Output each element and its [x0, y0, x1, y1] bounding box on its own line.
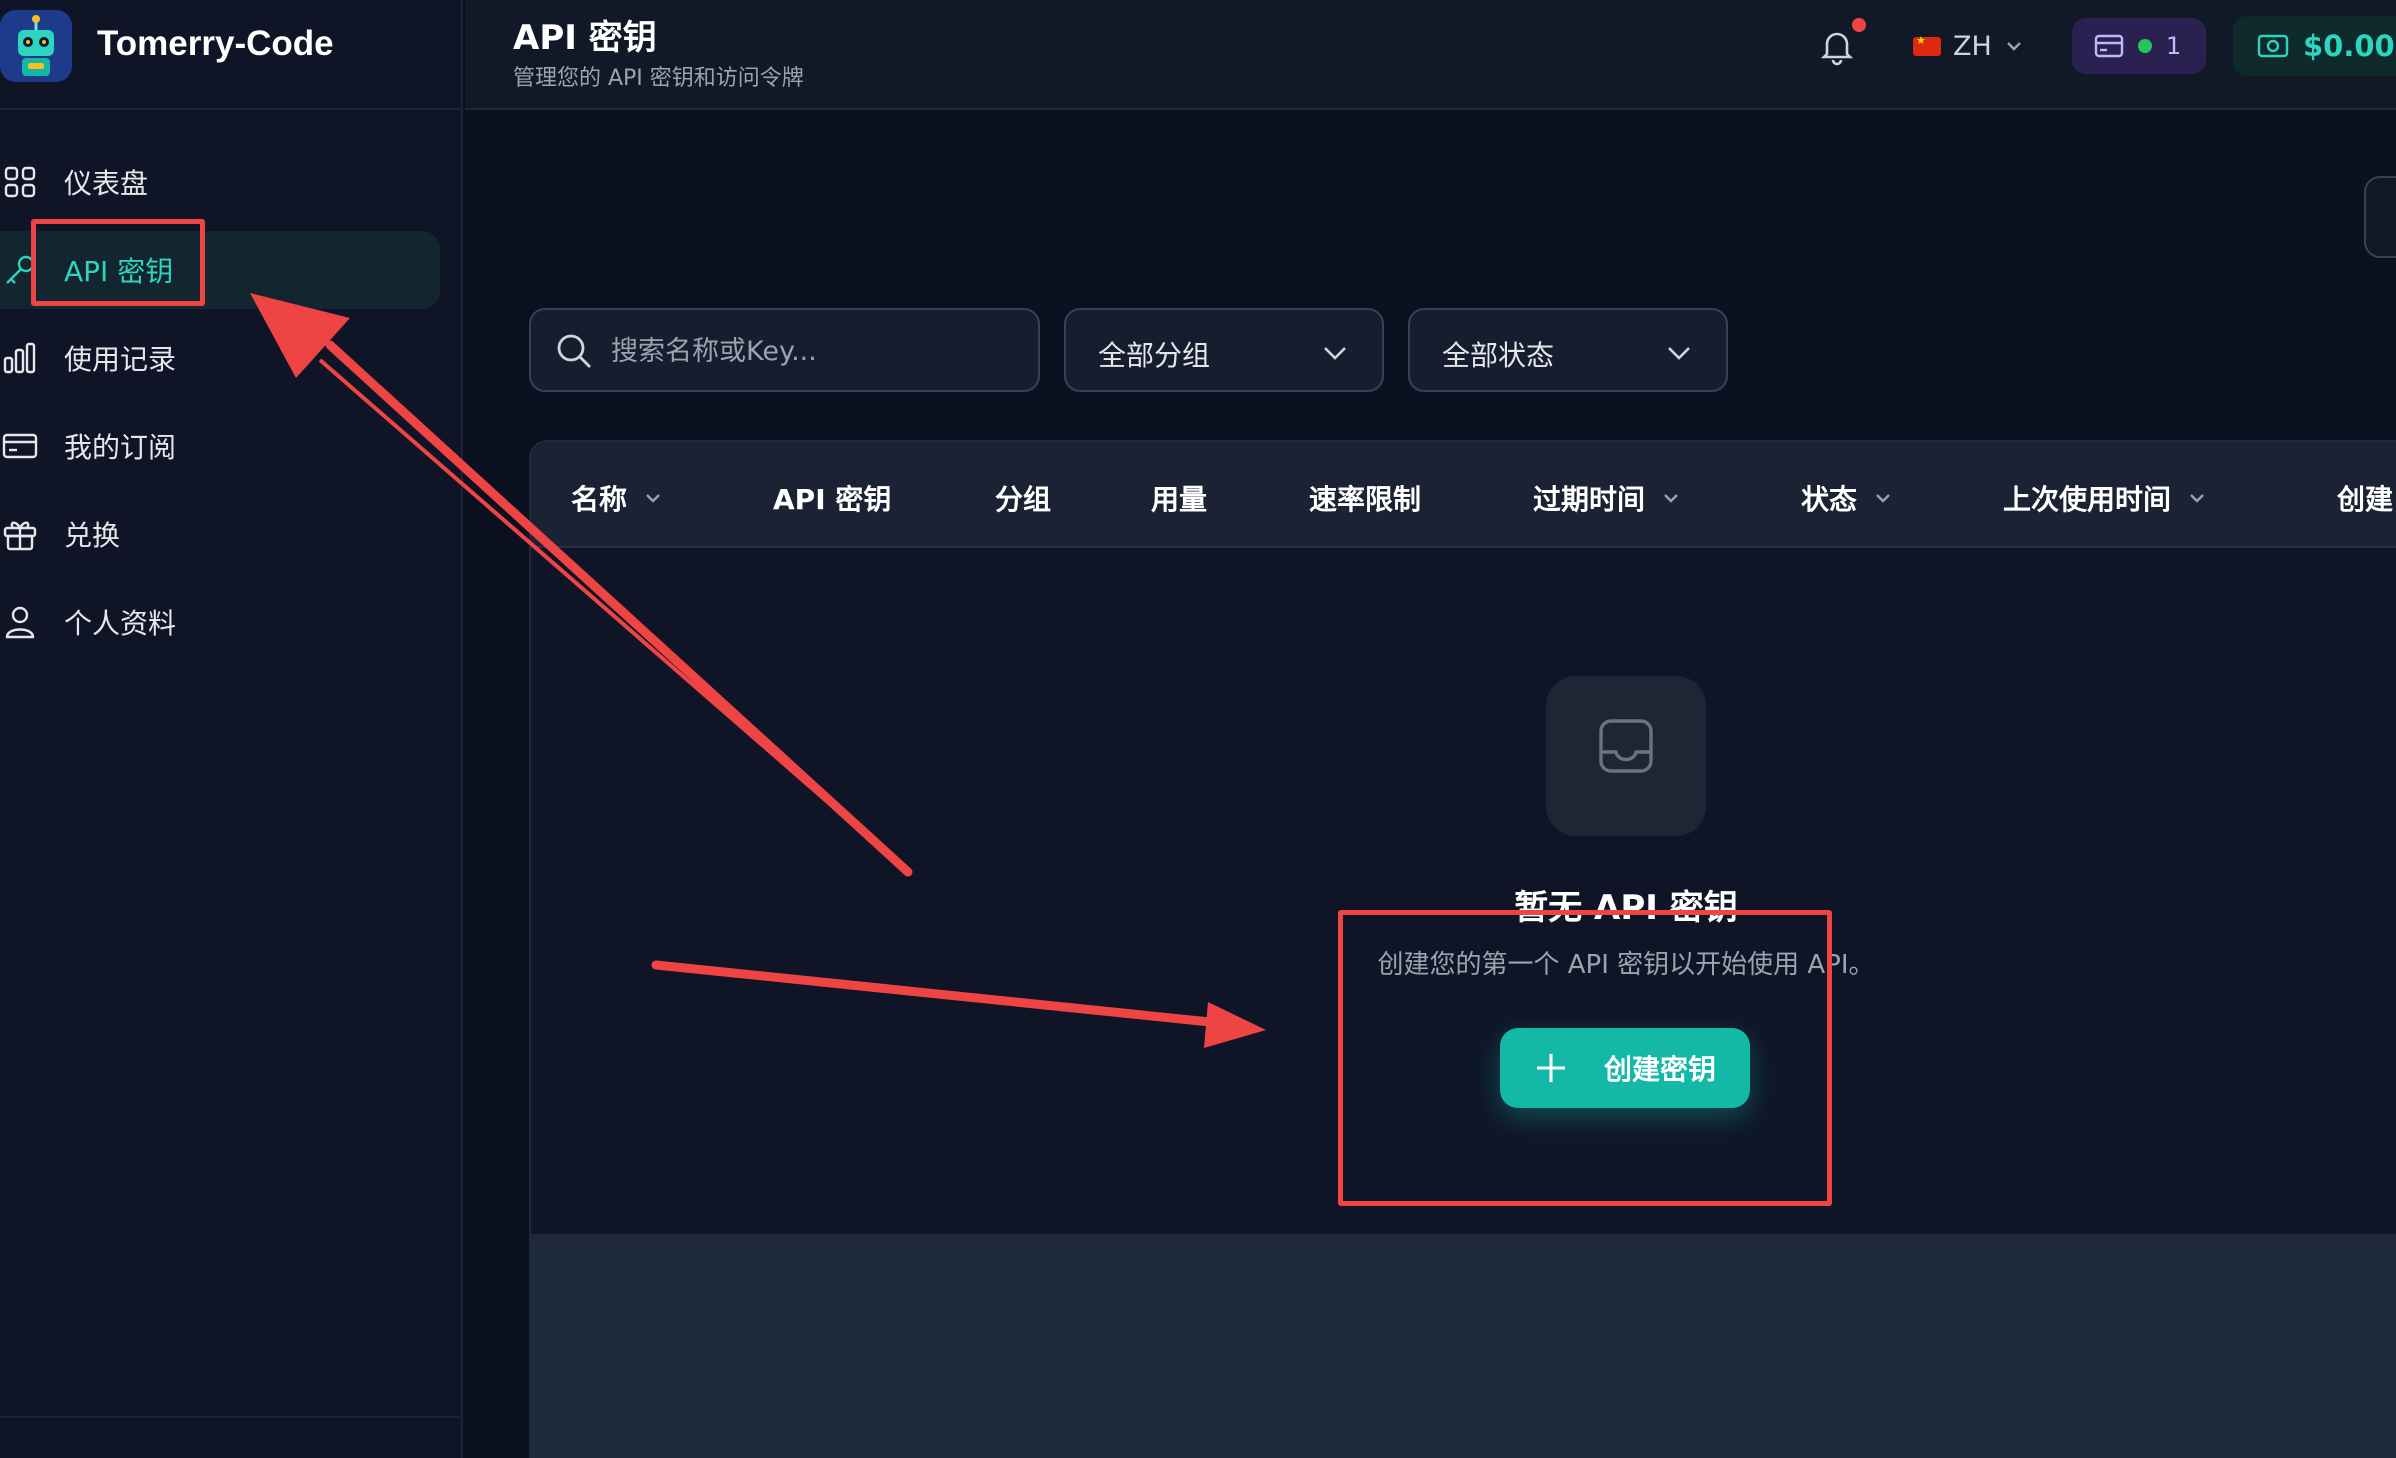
status-dot [2138, 39, 2152, 53]
top-header: API 密钥 管理您的 API 密钥和访问令牌 ZH 1 $0.00 [465, 0, 2396, 110]
sidebar-item-label: 仪表盘 [64, 167, 149, 200]
column-header-last-used[interactable]: 上次使用时间 [2003, 478, 2207, 518]
action-button-partial[interactable] [2364, 176, 2396, 258]
bell-icon[interactable] [1817, 26, 1857, 66]
sidebar-item-profile[interactable]: 个人资料 [0, 583, 440, 661]
brand-header: Tomerry-Code [0, 0, 463, 110]
china-flag-icon [1913, 34, 1941, 56]
column-header-created[interactable]: 创建 [2337, 478, 2393, 518]
sidebar-item-redeem[interactable]: 兑换 [0, 495, 440, 573]
sidebar-item-label: 使用记录 [64, 343, 177, 376]
column-header-label: 创建 [2337, 483, 2394, 516]
search-input[interactable] [611, 330, 1011, 372]
language-switcher[interactable]: ZH [1913, 26, 2024, 66]
inbox-icon [1599, 719, 1653, 773]
column-header-label: 分组 [995, 483, 1052, 516]
sidebar-item-label: 兑换 [64, 519, 121, 552]
sidebar-item-label: 个人资料 [64, 607, 177, 640]
sidebar-item-subscriptions[interactable]: 我的订阅 [0, 407, 440, 485]
dashboard-grid-icon [4, 166, 36, 198]
card-icon [2094, 34, 2124, 58]
page-title: API 密钥 [513, 18, 657, 58]
sort-chevron-icon [1876, 494, 1890, 503]
column-header-rate-limit: 速率限制 [1309, 478, 1421, 518]
sort-chevron-icon [646, 494, 660, 503]
cash-icon [2257, 34, 2289, 58]
column-header-api-key: API 密钥 [773, 478, 891, 518]
sidebar-item-usage[interactable]: 使用记录 [0, 319, 440, 397]
column-header-label: 用量 [1151, 483, 1208, 516]
sidebar-footer-divider [0, 1416, 463, 1418]
notification-dot [1852, 18, 1866, 32]
status-select-value: 全部状态 [1442, 339, 1555, 372]
column-header-status[interactable]: 状态 [1801, 478, 1893, 518]
chevron-down-icon [2006, 42, 2021, 51]
column-header-label: 速率限制 [1309, 483, 1422, 516]
column-header-group: 分组 [995, 478, 1051, 518]
robot-logo-icon[interactable] [0, 10, 72, 82]
language-label: ZH [1953, 30, 1992, 62]
status-select[interactable]: 全部状态 [1408, 308, 1728, 392]
column-header-label: 上次使用时间 [2003, 483, 2172, 516]
group-select[interactable]: 全部分组 [1064, 308, 1384, 392]
page-subtitle: 管理您的 API 密钥和访问令牌 [513, 66, 804, 91]
sort-chevron-icon [2190, 494, 2204, 503]
search-box[interactable] [529, 308, 1040, 392]
column-header-usage: 用量 [1151, 478, 1207, 518]
credit-card-icon [2, 433, 38, 459]
column-header-label: 过期时间 [1533, 483, 1646, 516]
chevron-down-icon [1668, 347, 1690, 360]
table-header: 名称 API 密钥 分组 用量 速率限制 过期时间 状态 上次使用时间 创建 [531, 442, 2396, 548]
sidebar-item-dashboard[interactable]: 仪表盘 [0, 143, 440, 221]
search-icon [557, 334, 591, 368]
page-lower-area [529, 1236, 2396, 1458]
sidebar-item-label: 我的订阅 [64, 431, 177, 464]
balance-chip[interactable]: $0.00 [2233, 16, 2396, 76]
annotation-box-create [1338, 910, 1832, 1206]
column-header-label: API 密钥 [773, 483, 892, 516]
column-header-label: 状态 [1801, 483, 1858, 516]
gift-icon [3, 521, 37, 551]
group-select-value: 全部分组 [1098, 339, 1211, 372]
brand-name: Tomerry-Code [97, 24, 334, 63]
subscription-count: 1 [2166, 32, 2182, 60]
empty-state-icon-box [1546, 676, 1706, 836]
column-header-name[interactable]: 名称 [571, 478, 663, 518]
user-icon [5, 606, 35, 639]
chevron-down-icon [1324, 347, 1346, 360]
column-header-expires[interactable]: 过期时间 [1533, 478, 1681, 518]
column-header-label: 名称 [571, 483, 628, 516]
sort-chevron-icon [1664, 494, 1678, 503]
bar-chart-icon [3, 342, 36, 374]
subscription-chip[interactable]: 1 [2072, 18, 2206, 74]
annotation-box-sidebar [31, 219, 205, 306]
balance-amount: $0.00 [2303, 29, 2395, 63]
